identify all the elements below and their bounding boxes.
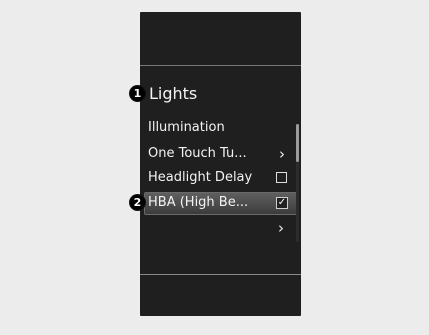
menu-item-hba[interactable]: HBA (High Be... (148, 194, 248, 212)
menu-item-one-touch-turn[interactable]: One Touch Tu... (148, 145, 247, 163)
menu-item-illumination[interactable]: Illumination (148, 119, 225, 137)
headlight-delay-checkbox[interactable] (276, 172, 287, 183)
chevron-right-icon: › (279, 145, 285, 163)
lights-title: Lights (149, 84, 198, 103)
chevron-right-icon[interactable]: › (278, 220, 284, 236)
scrollbar-thumb[interactable] (296, 124, 299, 162)
bottom-divider (140, 274, 301, 275)
callout-1: 1 (130, 86, 145, 101)
callout-2: 2 (130, 195, 145, 210)
top-divider (140, 65, 301, 66)
lights-settings-panel: Lights Illumination One Touch Tu... › He… (140, 12, 301, 316)
menu-item-headlight-delay[interactable]: Headlight Delay (148, 169, 252, 187)
manual-illustration: Lights Illumination One Touch Tu... › He… (0, 0, 429, 335)
hba-checkbox-checked[interactable]: ✓ (276, 197, 288, 209)
